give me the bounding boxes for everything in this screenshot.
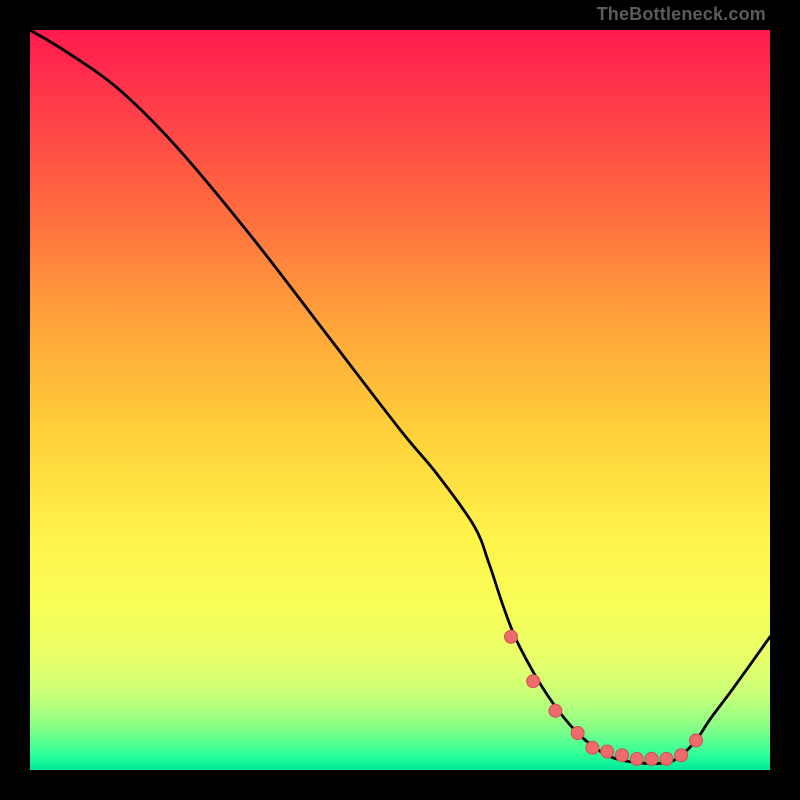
marker-dot: [549, 704, 562, 717]
watermark-text: TheBottleneck.com: [597, 4, 766, 25]
plot-area: [30, 30, 770, 770]
marker-dot: [630, 752, 643, 765]
marker-dot: [675, 749, 688, 762]
marker-dots-group: [505, 630, 703, 765]
marker-dot: [601, 745, 614, 758]
marker-dot: [645, 752, 658, 765]
marker-dot: [571, 727, 584, 740]
marker-dot: [527, 675, 540, 688]
marker-dot: [690, 734, 703, 747]
marker-dot: [660, 752, 673, 765]
curve-line: [30, 30, 770, 764]
marker-dot: [616, 749, 629, 762]
marker-dot: [586, 741, 599, 754]
marker-dot: [505, 630, 518, 643]
chart-svg: [30, 30, 770, 770]
